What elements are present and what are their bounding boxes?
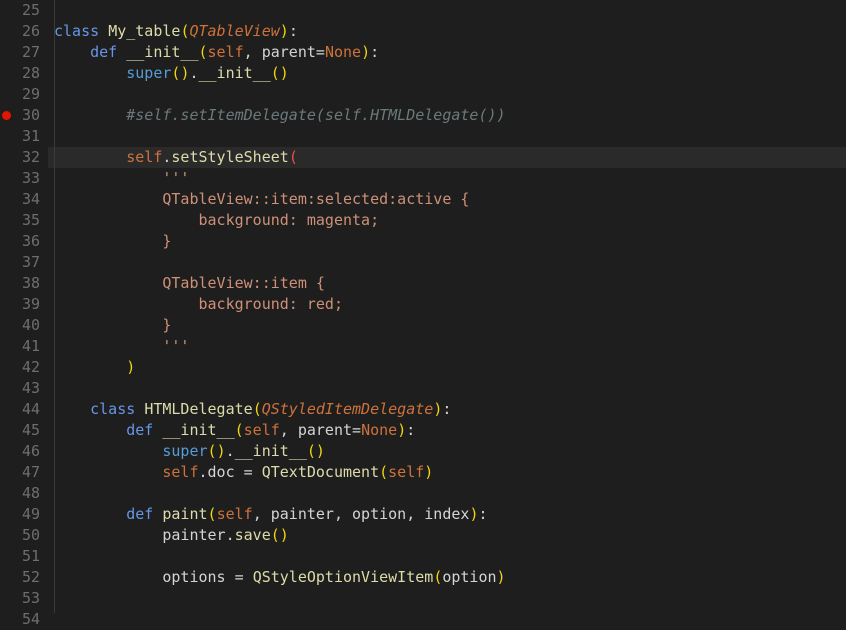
code-line[interactable] xyxy=(48,84,846,105)
line-number[interactable]: 48 xyxy=(0,483,40,504)
indent-guide xyxy=(54,0,55,613)
code-line[interactable] xyxy=(48,126,846,147)
code-line[interactable]: self.doc = QTextDocument(self) xyxy=(48,462,846,483)
code-line[interactable] xyxy=(48,378,846,399)
code-line[interactable] xyxy=(48,483,846,504)
code-line[interactable]: class My_table(QTableView): xyxy=(48,21,846,42)
code-line[interactable]: } xyxy=(48,231,846,252)
line-number[interactable]: 32 xyxy=(0,147,40,168)
code-line[interactable]: } xyxy=(48,315,846,336)
line-number[interactable]: 31 xyxy=(0,126,40,147)
line-number[interactable]: 54 xyxy=(0,609,40,630)
line-number-gutter[interactable]: 2526272829303132333435363738394041424344… xyxy=(0,0,48,613)
line-number[interactable]: 40 xyxy=(0,315,40,336)
code-line[interactable]: def paint(self, painter, option, index): xyxy=(48,504,846,525)
code-line[interactable]: QTableView::item:selected:active { xyxy=(48,189,846,210)
code-line[interactable]: self.setStyleSheet( xyxy=(48,147,846,168)
code-line[interactable]: QTableView::item { xyxy=(48,273,846,294)
code-editor[interactable]: 2526272829303132333435363738394041424344… xyxy=(0,0,846,613)
code-line[interactable] xyxy=(48,588,846,609)
line-number[interactable]: 35 xyxy=(0,210,40,231)
code-line[interactable]: class HTMLDelegate(QStyledItemDelegate): xyxy=(48,399,846,420)
line-number[interactable]: 42 xyxy=(0,357,40,378)
code-line[interactable]: #self.setItemDelegate(self.HTMLDelegate(… xyxy=(48,105,846,126)
breakpoint-icon[interactable] xyxy=(2,111,11,120)
code-line[interactable]: ) xyxy=(48,357,846,378)
code-line[interactable] xyxy=(48,546,846,567)
line-number[interactable]: 33 xyxy=(0,168,40,189)
line-number[interactable]: 30 xyxy=(0,105,40,126)
line-number[interactable]: 46 xyxy=(0,441,40,462)
line-number[interactable]: 28 xyxy=(0,63,40,84)
code-line[interactable]: background: magenta; xyxy=(48,210,846,231)
code-line[interactable]: painter.save() xyxy=(48,525,846,546)
line-number[interactable]: 44 xyxy=(0,399,40,420)
code-line[interactable]: super().__init__() xyxy=(48,441,846,462)
code-line[interactable]: def __init__(self, parent=None): xyxy=(48,42,846,63)
code-line[interactable] xyxy=(48,0,846,21)
line-number[interactable]: 34 xyxy=(0,189,40,210)
code-line[interactable] xyxy=(48,252,846,273)
line-number[interactable]: 25 xyxy=(0,0,40,21)
code-line[interactable]: options = QStyleOptionViewItem(option) xyxy=(48,567,846,588)
line-number[interactable]: 49 xyxy=(0,504,40,525)
line-number[interactable]: 50 xyxy=(0,525,40,546)
code-line[interactable]: ''' xyxy=(48,336,846,357)
line-number[interactable]: 51 xyxy=(0,546,40,567)
line-number[interactable]: 47 xyxy=(0,462,40,483)
line-number[interactable]: 41 xyxy=(0,336,40,357)
line-number[interactable]: 27 xyxy=(0,42,40,63)
line-number[interactable]: 36 xyxy=(0,231,40,252)
line-number[interactable]: 45 xyxy=(0,420,40,441)
line-number[interactable]: 39 xyxy=(0,294,40,315)
code-line[interactable]: super().__init__() xyxy=(48,63,846,84)
line-number[interactable]: 37 xyxy=(0,252,40,273)
code-line[interactable]: background: red; xyxy=(48,294,846,315)
code-line[interactable]: ''' xyxy=(48,168,846,189)
code-line[interactable]: def __init__(self, parent=None): xyxy=(48,420,846,441)
line-number[interactable]: 29 xyxy=(0,84,40,105)
line-number[interactable]: 53 xyxy=(0,588,40,609)
code-area[interactable]: class My_table(QTableView): def __init__… xyxy=(48,0,846,613)
line-number[interactable]: 38 xyxy=(0,273,40,294)
line-number[interactable]: 43 xyxy=(0,378,40,399)
code-line[interactable] xyxy=(48,609,846,630)
line-number[interactable]: 26 xyxy=(0,21,40,42)
line-number[interactable]: 52 xyxy=(0,567,40,588)
